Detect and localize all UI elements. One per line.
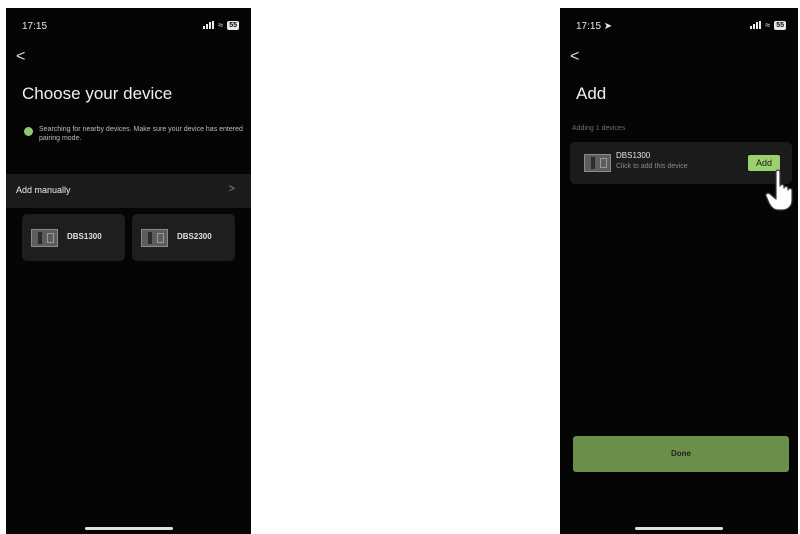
- status-time: 17:15: [22, 21, 48, 32]
- power-station-icon: [584, 154, 611, 172]
- back-chevron-icon[interactable]: <: [570, 48, 579, 66]
- chevron-right-icon: >: [228, 183, 235, 195]
- wifi-icon: ≈: [765, 20, 771, 30]
- searching-indicator-icon: [24, 127, 33, 136]
- status-bar: 17:15 ➤ ≈ 55: [572, 20, 788, 34]
- home-indicator: [84, 527, 173, 530]
- device-card-dbs2300[interactable]: DBS2300: [132, 214, 235, 261]
- cellular-signal-icon: [203, 21, 215, 29]
- done-button[interactable]: Done: [573, 436, 789, 472]
- status-icons: ≈ 55: [750, 20, 786, 30]
- add-manually-button[interactable]: Add manually >: [6, 174, 251, 208]
- pointing-hand-icon: [764, 168, 798, 217]
- device-card-dbs1300[interactable]: DBS1300: [22, 214, 125, 261]
- status-time: 17:15 ➤: [576, 21, 613, 32]
- device-card-dbs1300[interactable]: DBS1300 Click to add this device Add: [570, 142, 792, 184]
- status-icons: ≈ 55: [203, 20, 239, 30]
- power-station-icon: [141, 229, 168, 247]
- wifi-icon: ≈: [218, 20, 224, 30]
- device-name: DBS2300: [177, 232, 212, 241]
- page-title: Choose your device: [22, 84, 173, 103]
- page-title: Add: [576, 84, 607, 103]
- add-manually-label: Add manually: [16, 185, 71, 195]
- searching-status: Searching for nearby devices. Make sure …: [24, 125, 244, 143]
- device-name: DBS1300: [67, 232, 102, 241]
- add-device-screen: 17:15 ➤ ≈ 55 < Add Adding 1 devices DBS1…: [560, 8, 798, 534]
- battery-icon: 55: [227, 20, 239, 30]
- home-indicator: [635, 527, 723, 530]
- adding-count-label: Adding 1 devices: [572, 125, 626, 132]
- power-station-icon: [31, 229, 58, 247]
- status-bar: 17:15 ≈ 55: [18, 20, 241, 34]
- device-name: DBS1300: [616, 151, 651, 160]
- battery-icon: 55: [774, 20, 786, 30]
- back-chevron-icon[interactable]: <: [16, 48, 25, 66]
- choose-device-screen: 17:15 ≈ 55 < Choose your device Searchin…: [6, 8, 251, 534]
- cellular-signal-icon: [750, 21, 762, 29]
- device-hint: Click to add this device: [616, 163, 688, 170]
- searching-text: Searching for nearby devices. Make sure …: [39, 126, 243, 142]
